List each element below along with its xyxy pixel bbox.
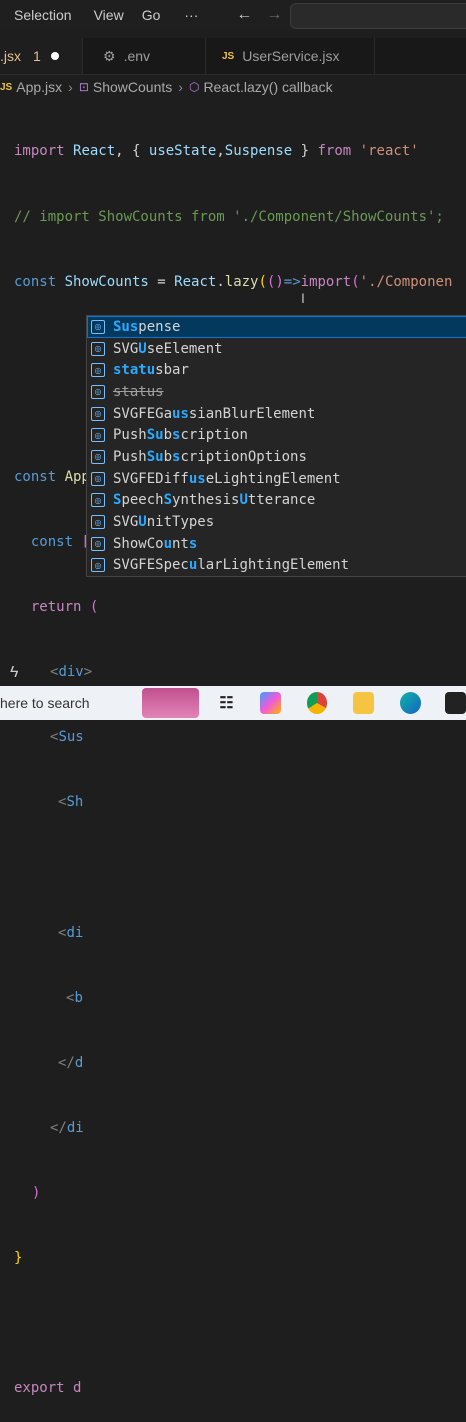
code-line: <Sh — [58, 794, 84, 811]
suggestion-item[interactable]: ◎ Suspense — [87, 316, 466, 338]
suggestion-label: SVGFEGaussianBlurElement — [113, 405, 316, 422]
breadcrumb-component[interactable]: ShowCounts — [93, 79, 172, 95]
suggestion-item[interactable]: ◎ SVGUseElement — [87, 338, 466, 360]
code-line: <di — [58, 924, 84, 941]
suggestion-item[interactable]: ◎ SVGFEDiffuseLightingElement — [87, 468, 466, 490]
menu-selection[interactable]: Selection — [14, 7, 72, 23]
editor-tabs: .jsx 1 ⚙ .env JS UserService.jsx — [0, 38, 466, 75]
method-cube-icon: ⬡ — [188, 80, 200, 94]
code-line: // import ShowCounts from './Component/S… — [14, 208, 444, 225]
forward-arrow-icon[interactable]: → — [266, 6, 282, 24]
back-arrow-icon[interactable]: ← — [236, 6, 252, 24]
symbol-variable-icon: ◎ — [91, 515, 105, 530]
code-line: </d — [58, 1054, 84, 1071]
search-highlight-image — [142, 688, 200, 718]
js-file-icon: JS — [222, 50, 235, 62]
symbol-variable-icon: ◎ — [91, 536, 105, 551]
unsaved-dot-icon[interactable] — [50, 52, 59, 60]
symbol-variable-icon: ◎ — [91, 363, 105, 378]
tab-label: .env — [123, 48, 151, 64]
js-file-icon: JS — [0, 81, 13, 93]
suggestion-item[interactable]: ◎ SVGFEGaussianBlurElement — [87, 403, 466, 425]
tab-app-jsx[interactable]: .jsx 1 — [0, 38, 83, 74]
suggestion-item[interactable]: ◎ status — [87, 381, 466, 403]
breadcrumb: JS App.jsx › ⊡ ShowCounts › ⬡ React.lazy… — [0, 76, 466, 98]
suggestion-item[interactable]: ◎ SVGUnitTypes — [87, 511, 466, 533]
menu-more[interactable]: ··· — [184, 7, 198, 23]
suggestion-label: SVGFEDiffuseLightingElement — [113, 470, 341, 487]
suggestion-label: PushSubscriptionOptions — [113, 448, 307, 465]
symbol-variable-icon: ◎ — [91, 406, 105, 421]
tab-label: .jsx — [0, 48, 21, 64]
suggestion-item[interactable]: ◎ PushSubscriptionOptions — [87, 446, 466, 468]
suggestion-label: Suspense — [113, 318, 181, 335]
symbol-variable-icon: ◎ — [91, 449, 105, 464]
gear-icon: ⚙ — [103, 47, 116, 64]
variable-icon: ⊡ — [78, 80, 89, 94]
task-view-icon[interactable]: ☷ — [219, 693, 233, 713]
terminal-icon[interactable] — [445, 692, 466, 714]
symbol-variable-icon: ◎ — [91, 384, 105, 399]
symbol-variable-icon: ◎ — [91, 493, 105, 508]
code-line: return ( — [14, 599, 99, 616]
text-cursor-icon: I — [301, 290, 305, 306]
suggestion-label: ShowCounts — [113, 535, 198, 552]
code-line: } — [14, 1250, 23, 1266]
suggestion-item[interactable]: ◎ SpeechSynthesisUtterance — [87, 490, 466, 512]
code-line: const ShowCounts = React.lazy(()=>import… — [14, 273, 453, 290]
tab-label: UserService.jsx — [242, 48, 340, 64]
command-search-box[interactable] — [290, 3, 466, 29]
symbol-variable-icon: ◎ — [91, 341, 105, 356]
symbol-variable-icon: ◎ — [91, 428, 105, 443]
nav-arrows: ← → — [236, 6, 282, 24]
breadcrumb-file[interactable]: App.jsx — [16, 79, 62, 95]
symbol-variable-icon: ◎ — [91, 319, 105, 334]
menu-view[interactable]: View — [94, 7, 124, 23]
symbol-variable-icon: ◎ — [91, 471, 105, 486]
chevron-right-icon: › — [68, 79, 73, 95]
suggestion-label: status — [113, 383, 164, 400]
suggestion-label: SVGUnitTypes — [113, 514, 215, 531]
symbol-variable-icon: ◎ — [91, 558, 105, 573]
code-line: <b — [66, 989, 83, 1006]
copilot-icon[interactable] — [259, 692, 281, 714]
menu-bar: Selection View Go ··· ← → — [0, 0, 466, 30]
suggestion-label: SpeechSynthesisUtterance — [113, 492, 316, 509]
code-line: </di — [50, 1119, 84, 1136]
tab-env[interactable]: ⚙ .env — [83, 38, 206, 74]
lightning-icon[interactable]: ϟ — [10, 664, 18, 682]
suggestion-label: SVGFESpecularLightingElement — [113, 557, 350, 574]
suggestion-label: PushSubscription — [113, 427, 248, 444]
problem-count-badge: 1 — [33, 48, 41, 64]
suggestion-item[interactable]: ◎ ShowCounts — [87, 533, 466, 555]
file-explorer-icon[interactable] — [353, 692, 375, 714]
edge-icon[interactable] — [400, 692, 422, 714]
code-line: <Sus — [50, 729, 84, 746]
breadcrumb-callback[interactable]: React.lazy() callback — [203, 79, 332, 95]
suggestion-item[interactable]: ◎ SVGFESpecularLightingElement — [87, 555, 466, 577]
tab-userservice[interactable]: JS UserService.jsx — [206, 38, 375, 74]
suggestion-item[interactable]: ◎ PushSubscription — [87, 424, 466, 446]
suggestion-widget: ◎ Suspense ◎ SVGUseElement ◎ statusbar ◎ status… — [86, 315, 466, 577]
code-editor[interactable]: import React, { useState,Suspense } from… — [0, 98, 466, 1422]
code-line: ) — [32, 1184, 41, 1201]
suggestion-label: statusbar — [113, 362, 189, 379]
code-line: export d — [14, 1380, 82, 1397]
suggestion-item[interactable]: ◎ statusbar — [87, 359, 466, 381]
chevron-right-icon: › — [178, 79, 183, 95]
menu-go[interactable]: Go — [142, 7, 161, 23]
suggestion-label: SVGUseElement — [113, 340, 223, 357]
windows-taskbar: here to search ☷ — [0, 686, 466, 720]
code-line: import React, { useState,Suspense } from… — [14, 143, 419, 160]
taskbar-search[interactable]: here to search — [0, 695, 142, 711]
code-line: <div> — [50, 664, 93, 681]
chrome-icon[interactable] — [306, 692, 328, 714]
